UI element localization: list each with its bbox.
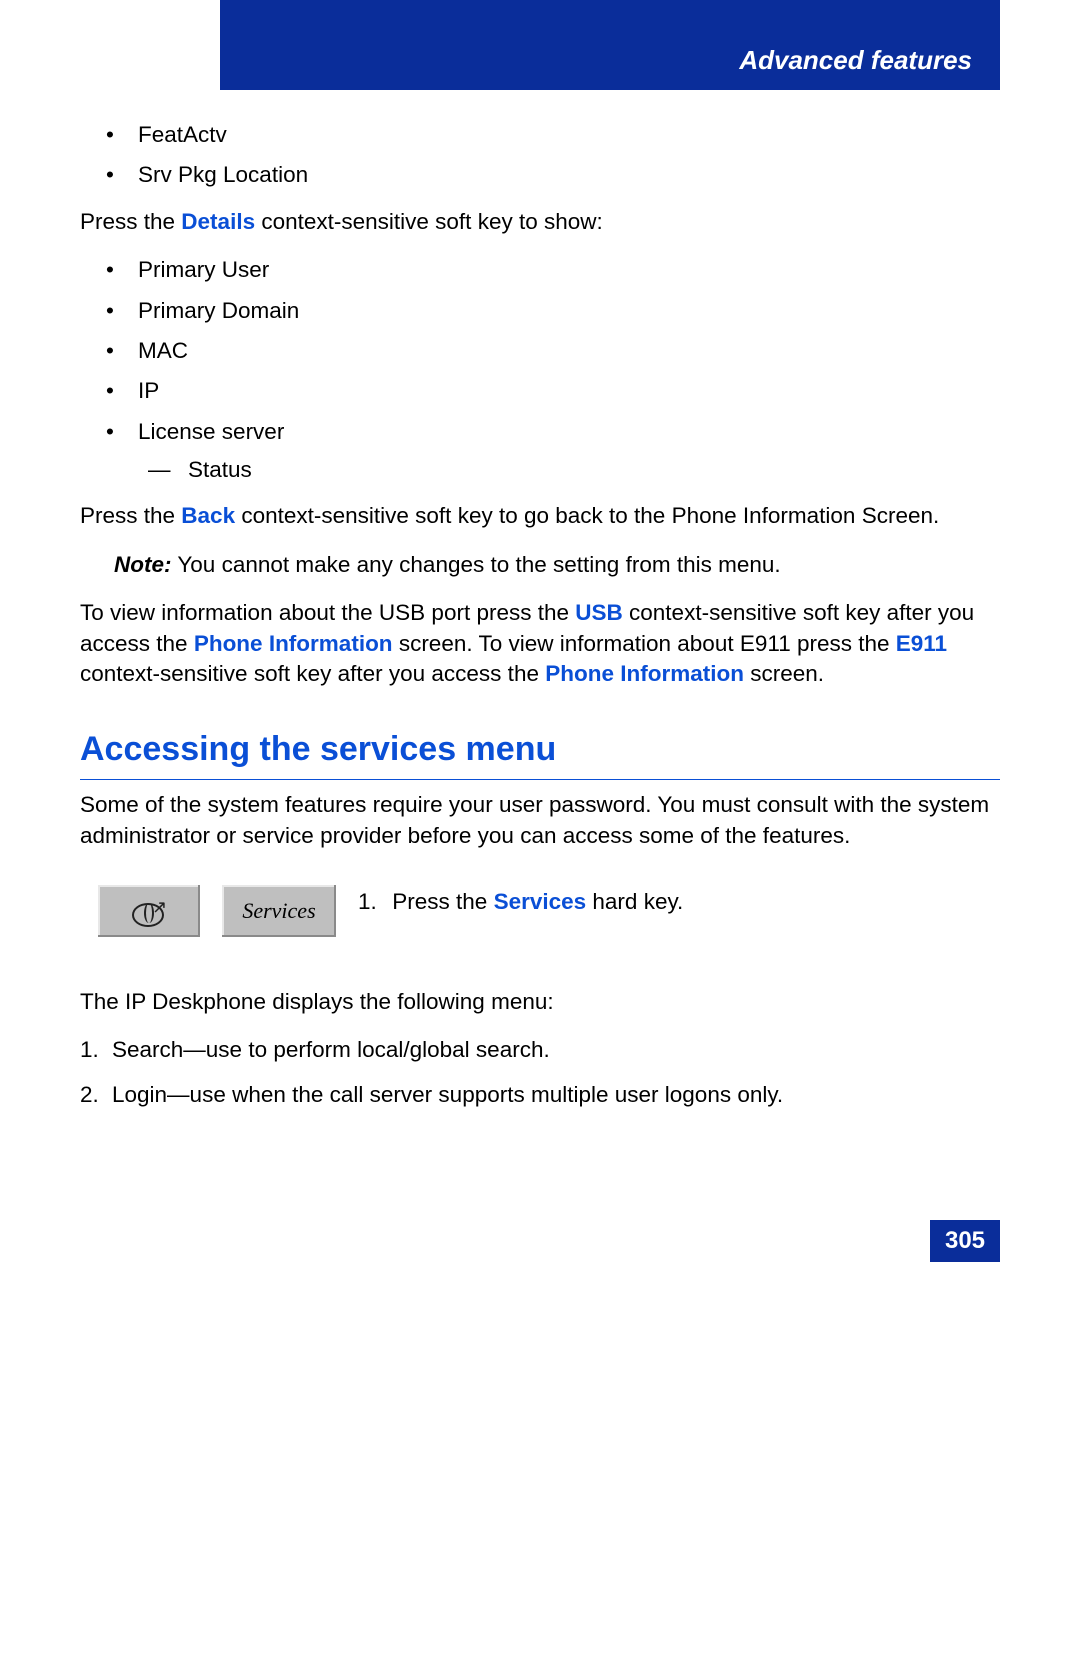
e911-key: E911 bbox=[896, 631, 947, 656]
page-header: Advanced features bbox=[220, 0, 1000, 90]
text-fragment: To view information about the USB port p… bbox=[80, 600, 575, 625]
text-fragment: Press the bbox=[392, 889, 493, 914]
details-list: Primary User Primary Domain MAC IP Licen… bbox=[80, 255, 1000, 485]
list-item: Primary Domain bbox=[80, 296, 1000, 326]
details-key: Details bbox=[181, 209, 255, 234]
services-icon-button: Services bbox=[222, 885, 336, 937]
list-item: IP bbox=[80, 376, 1000, 406]
text-fragment: screen. bbox=[744, 661, 824, 686]
list-item: License server Status bbox=[80, 417, 1000, 486]
header-title: Advanced features bbox=[739, 45, 972, 76]
note-text: You cannot make any changes to the setti… bbox=[172, 552, 781, 577]
text-fragment: hard key. bbox=[586, 889, 683, 914]
phone-info-key: Phone Information bbox=[545, 661, 744, 686]
page-content: FeatActv Srv Pkg Location Press the Deta… bbox=[80, 120, 1000, 1110]
usb-para: To view information about the USB port p… bbox=[80, 598, 1000, 689]
page-number: 305 bbox=[930, 1220, 1000, 1262]
intro-para: Some of the system features require your… bbox=[80, 790, 1000, 851]
services-key: Services bbox=[494, 889, 587, 914]
section-heading: Accessing the services menu bbox=[80, 727, 1000, 780]
back-key: Back bbox=[181, 503, 235, 528]
step-number: 1. bbox=[358, 887, 386, 917]
list-item: Login—use when the call server supports … bbox=[80, 1080, 1000, 1110]
back-sentence: Press the Back context-sensitive soft ke… bbox=[80, 501, 1000, 531]
list-item: Primary User bbox=[80, 255, 1000, 285]
text-fragment: context-sensitive soft key after you acc… bbox=[80, 661, 545, 686]
text-fragment: context-sensitive soft key to go back to… bbox=[235, 503, 939, 528]
globe-arrow-icon: ↗ bbox=[132, 897, 166, 925]
list-item-label: License server bbox=[138, 419, 284, 444]
list-item: Search—use to perform local/global searc… bbox=[80, 1035, 1000, 1065]
details-sentence: Press the Details context-sensitive soft… bbox=[80, 207, 1000, 237]
text-fragment: screen. To view information about E911 p… bbox=[393, 631, 896, 656]
sub-list: Status bbox=[138, 455, 1000, 485]
list-item: Status bbox=[138, 455, 1000, 485]
step-row: ↗ Services 1. Press the Services hard ke… bbox=[98, 885, 1000, 937]
list-item: FeatActv bbox=[80, 120, 1000, 150]
list-item: Srv Pkg Location bbox=[80, 160, 1000, 190]
text-fragment: context-sensitive soft key to show: bbox=[255, 209, 603, 234]
text-fragment: Press the bbox=[80, 209, 181, 234]
menu-list: Search—use to perform local/global searc… bbox=[80, 1035, 1000, 1110]
note-label: Note: bbox=[114, 552, 172, 577]
text-fragment: Press the bbox=[80, 503, 181, 528]
list-item: MAC bbox=[80, 336, 1000, 366]
top-bullet-list: FeatActv Srv Pkg Location bbox=[80, 120, 1000, 191]
note-para: Note: You cannot make any changes to the… bbox=[114, 550, 1000, 580]
phone-info-key: Phone Information bbox=[194, 631, 393, 656]
menu-intro: The IP Deskphone displays the following … bbox=[80, 987, 1000, 1017]
globe-icon-button: ↗ bbox=[98, 885, 200, 937]
services-label: Services bbox=[242, 896, 315, 926]
step-text: 1. Press the Services hard key. bbox=[358, 885, 1000, 917]
usb-key: USB bbox=[575, 600, 623, 625]
